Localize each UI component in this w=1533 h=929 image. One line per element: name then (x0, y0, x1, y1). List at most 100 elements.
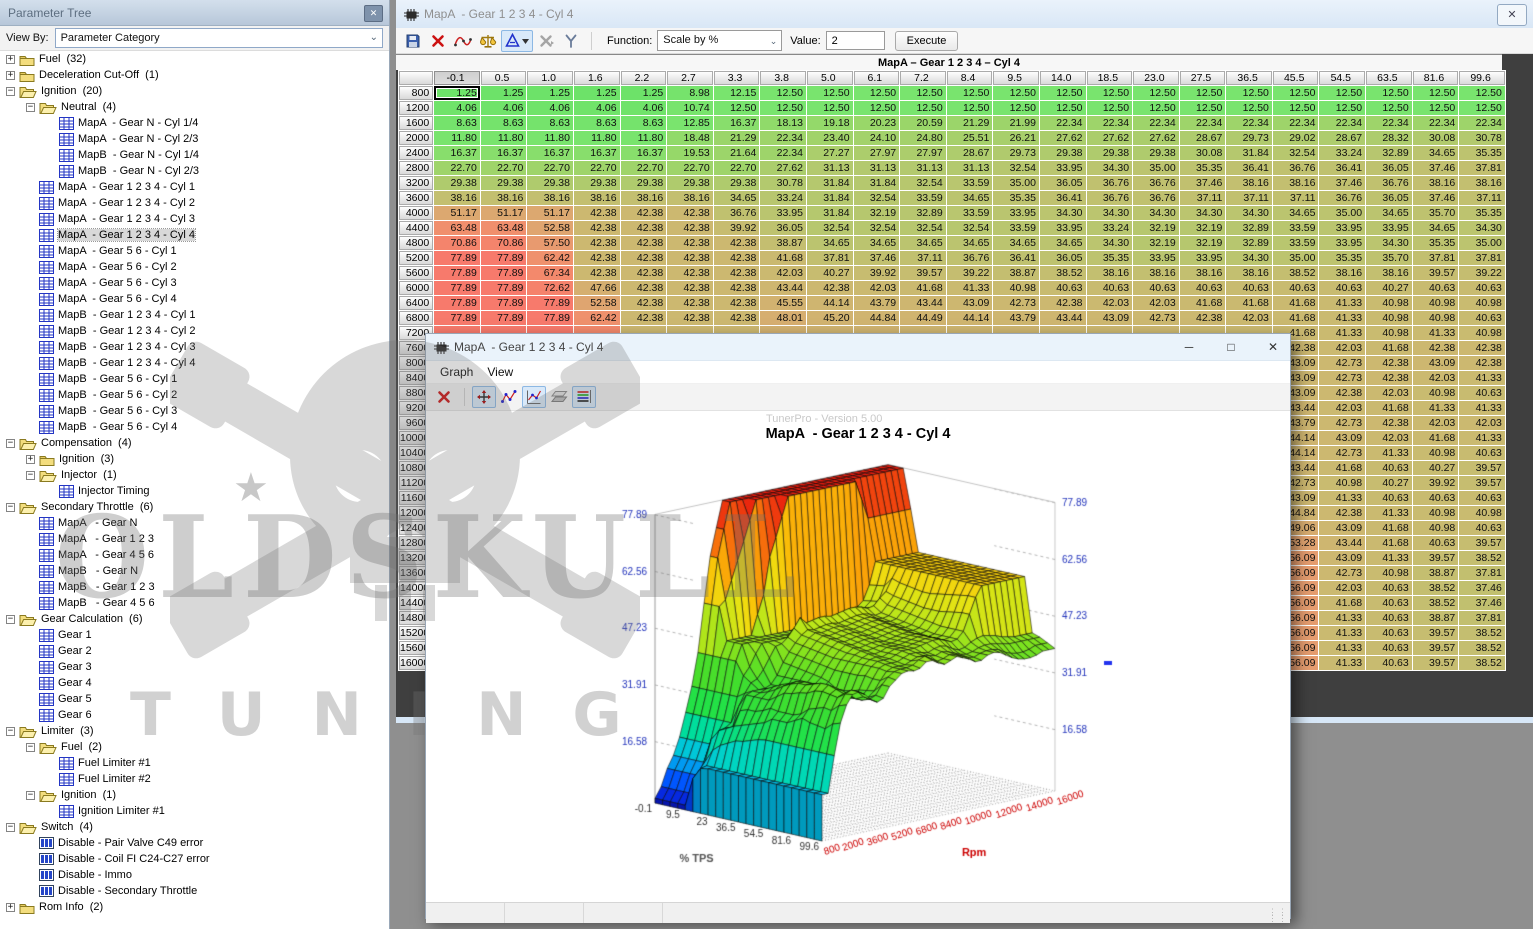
grid-cell[interactable]: 38.16 (1087, 266, 1133, 280)
row-header[interactable]: 5600 (399, 266, 433, 280)
scatter-icon[interactable] (497, 386, 521, 408)
grid-cell[interactable]: 29.38 (714, 176, 760, 190)
column-header[interactable]: 99.6 (1459, 71, 1505, 85)
grid-cell[interactable]: 41.68 (1180, 296, 1226, 310)
grid-cell[interactable]: 38.52 (1459, 626, 1505, 640)
grid-cell[interactable]: 42.38 (667, 266, 713, 280)
tree-item[interactable]: −Secondary Throttle (6) (0, 499, 389, 515)
grid-cell[interactable]: 29.38 (1040, 146, 1086, 160)
grid-cell[interactable]: 40.63 (1459, 386, 1505, 400)
grid-cell[interactable]: 37.11 (1273, 191, 1319, 205)
grid-cell[interactable]: 42.03 (760, 266, 806, 280)
grid-cell[interactable]: 38.52 (1459, 551, 1505, 565)
grid-cell[interactable]: 12.50 (1180, 101, 1226, 115)
grid-cell[interactable]: 40.63 (1366, 491, 1412, 505)
tree-item[interactable]: Fuel Limiter #2 (0, 771, 389, 787)
grid-cell[interactable]: 33.59 (1273, 236, 1319, 250)
grid-cell[interactable]: 18.13 (760, 116, 806, 130)
grid-cell[interactable]: 42.38 (574, 221, 620, 235)
grid-cell[interactable]: 77.89 (434, 311, 480, 325)
column-header[interactable]: 6.1 (854, 71, 900, 85)
grid-cell[interactable]: 37.46 (1413, 161, 1459, 175)
tree-item[interactable]: MapA - Gear 1 2 3 (0, 531, 389, 547)
grid-cell[interactable]: 77.89 (434, 281, 480, 295)
grid-cell[interactable]: 39.22 (1459, 266, 1505, 280)
grid-cell[interactable]: 42.38 (714, 311, 760, 325)
grid-cell[interactable]: 8.98 (667, 86, 713, 100)
grid-cell[interactable]: 34.30 (1366, 236, 1412, 250)
row-header[interactable]: 2400 (399, 146, 433, 160)
grid-cell[interactable]: 16.37 (621, 146, 667, 160)
grid-cell[interactable]: 33.59 (1273, 221, 1319, 235)
grid-cell[interactable]: 40.98 (1366, 326, 1412, 340)
grid-cell[interactable]: 57.50 (527, 236, 573, 250)
grid-cell[interactable]: 77.89 (481, 311, 527, 325)
grid-cell[interactable]: 35.70 (1413, 206, 1459, 220)
grid-cell[interactable]: 38.87 (1413, 611, 1459, 625)
grid-cell[interactable]: 4.06 (434, 101, 480, 115)
grid-cell[interactable]: 8.63 (574, 116, 620, 130)
tree-item[interactable]: −Fuel (2) (0, 739, 389, 755)
grid-cell[interactable]: 35.35 (1459, 206, 1505, 220)
grid-cell[interactable]: 22.70 (481, 161, 527, 175)
grid-cell[interactable]: 4.06 (481, 101, 527, 115)
grid-cell[interactable]: 34.65 (854, 236, 900, 250)
grid-cell[interactable]: 40.63 (1040, 281, 1086, 295)
grid-cell[interactable]: 42.03 (1319, 341, 1365, 355)
grid-cell[interactable]: 39.22 (947, 266, 993, 280)
tree-item[interactable]: −Gear Calculation (6) (0, 611, 389, 627)
grid-cell[interactable]: 12.50 (900, 86, 946, 100)
grid-cell[interactable]: 36.41 (1319, 161, 1365, 175)
grid-cell[interactable]: 12.85 (667, 116, 713, 130)
grid-cell[interactable]: 39.57 (900, 266, 946, 280)
fork-icon[interactable] (559, 30, 583, 52)
grid-cell[interactable]: 77.89 (481, 266, 527, 280)
grid-cell[interactable]: 36.76 (1319, 191, 1365, 205)
grid-cell[interactable]: 42.38 (621, 266, 667, 280)
grid-cell[interactable]: 34.65 (993, 236, 1039, 250)
grid-cell[interactable]: 40.63 (1319, 281, 1365, 295)
grid-cell[interactable]: 12.50 (1226, 101, 1272, 115)
column-header[interactable]: 27.5 (1180, 71, 1226, 85)
grid-cell[interactable]: 38.87 (760, 236, 806, 250)
tree-item[interactable]: Gear 2 (0, 643, 389, 659)
grid-cell[interactable]: 29.38 (1133, 146, 1179, 160)
grid-cell[interactable]: 38.16 (1226, 266, 1272, 280)
grid-cell[interactable]: 32.54 (1273, 146, 1319, 160)
grid-cell[interactable]: 39.57 (1413, 641, 1459, 655)
grid-cell[interactable]: 16.37 (574, 146, 620, 160)
grid-cell[interactable]: 22.34 (760, 131, 806, 145)
tree-item[interactable]: MapA - Gear N (0, 515, 389, 531)
grid-cell[interactable]: 43.44 (900, 296, 946, 310)
grid-cell[interactable]: 1.25 (434, 86, 480, 100)
tree-item[interactable]: MapB - Gear 5 6 - Cyl 4 (0, 419, 389, 435)
grid-cell[interactable]: 37.81 (1413, 251, 1459, 265)
line-chart-icon[interactable] (522, 386, 546, 408)
tree-item[interactable]: MapA - Gear 5 6 - Cyl 4 (0, 291, 389, 307)
grid-cell[interactable]: 33.24 (760, 191, 806, 205)
grid-cell[interactable]: 40.63 (1087, 281, 1133, 295)
grid-cell[interactable]: 12.50 (1319, 86, 1365, 100)
grid-cell[interactable]: 72.62 (527, 281, 573, 295)
grid-cell[interactable]: 40.63 (1366, 611, 1412, 625)
column-header[interactable]: 1.6 (574, 71, 620, 85)
grid-cell[interactable]: 12.50 (900, 101, 946, 115)
grid-cell[interactable]: 20.23 (854, 116, 900, 130)
grid-cell[interactable]: 41.68 (1273, 311, 1319, 325)
grid-cell[interactable]: 40.63 (1366, 626, 1412, 640)
grid-cell[interactable]: 36.76 (1087, 176, 1133, 190)
grid-cell[interactable]: 1.25 (527, 86, 573, 100)
grid-cell[interactable]: 41.68 (1366, 536, 1412, 550)
grid-cell[interactable]: 33.95 (1319, 236, 1365, 250)
grid-cell[interactable]: 38.16 (1366, 266, 1412, 280)
grid-cell[interactable]: 42.38 (621, 251, 667, 265)
grid-cell[interactable]: 8.63 (527, 116, 573, 130)
grid-cell[interactable]: 38.52 (1040, 266, 1086, 280)
grid-cell[interactable]: 32.54 (854, 221, 900, 235)
grid-cell[interactable]: 41.68 (1366, 401, 1412, 415)
grid-cell[interactable]: 34.30 (1226, 206, 1272, 220)
tree-item[interactable]: MapA - Gear 1 2 3 4 - Cyl 2 (0, 195, 389, 211)
grid-cell[interactable]: 42.38 (574, 236, 620, 250)
grid-cell[interactable]: 27.62 (760, 161, 806, 175)
grid-cell[interactable]: 40.98 (1366, 311, 1412, 325)
